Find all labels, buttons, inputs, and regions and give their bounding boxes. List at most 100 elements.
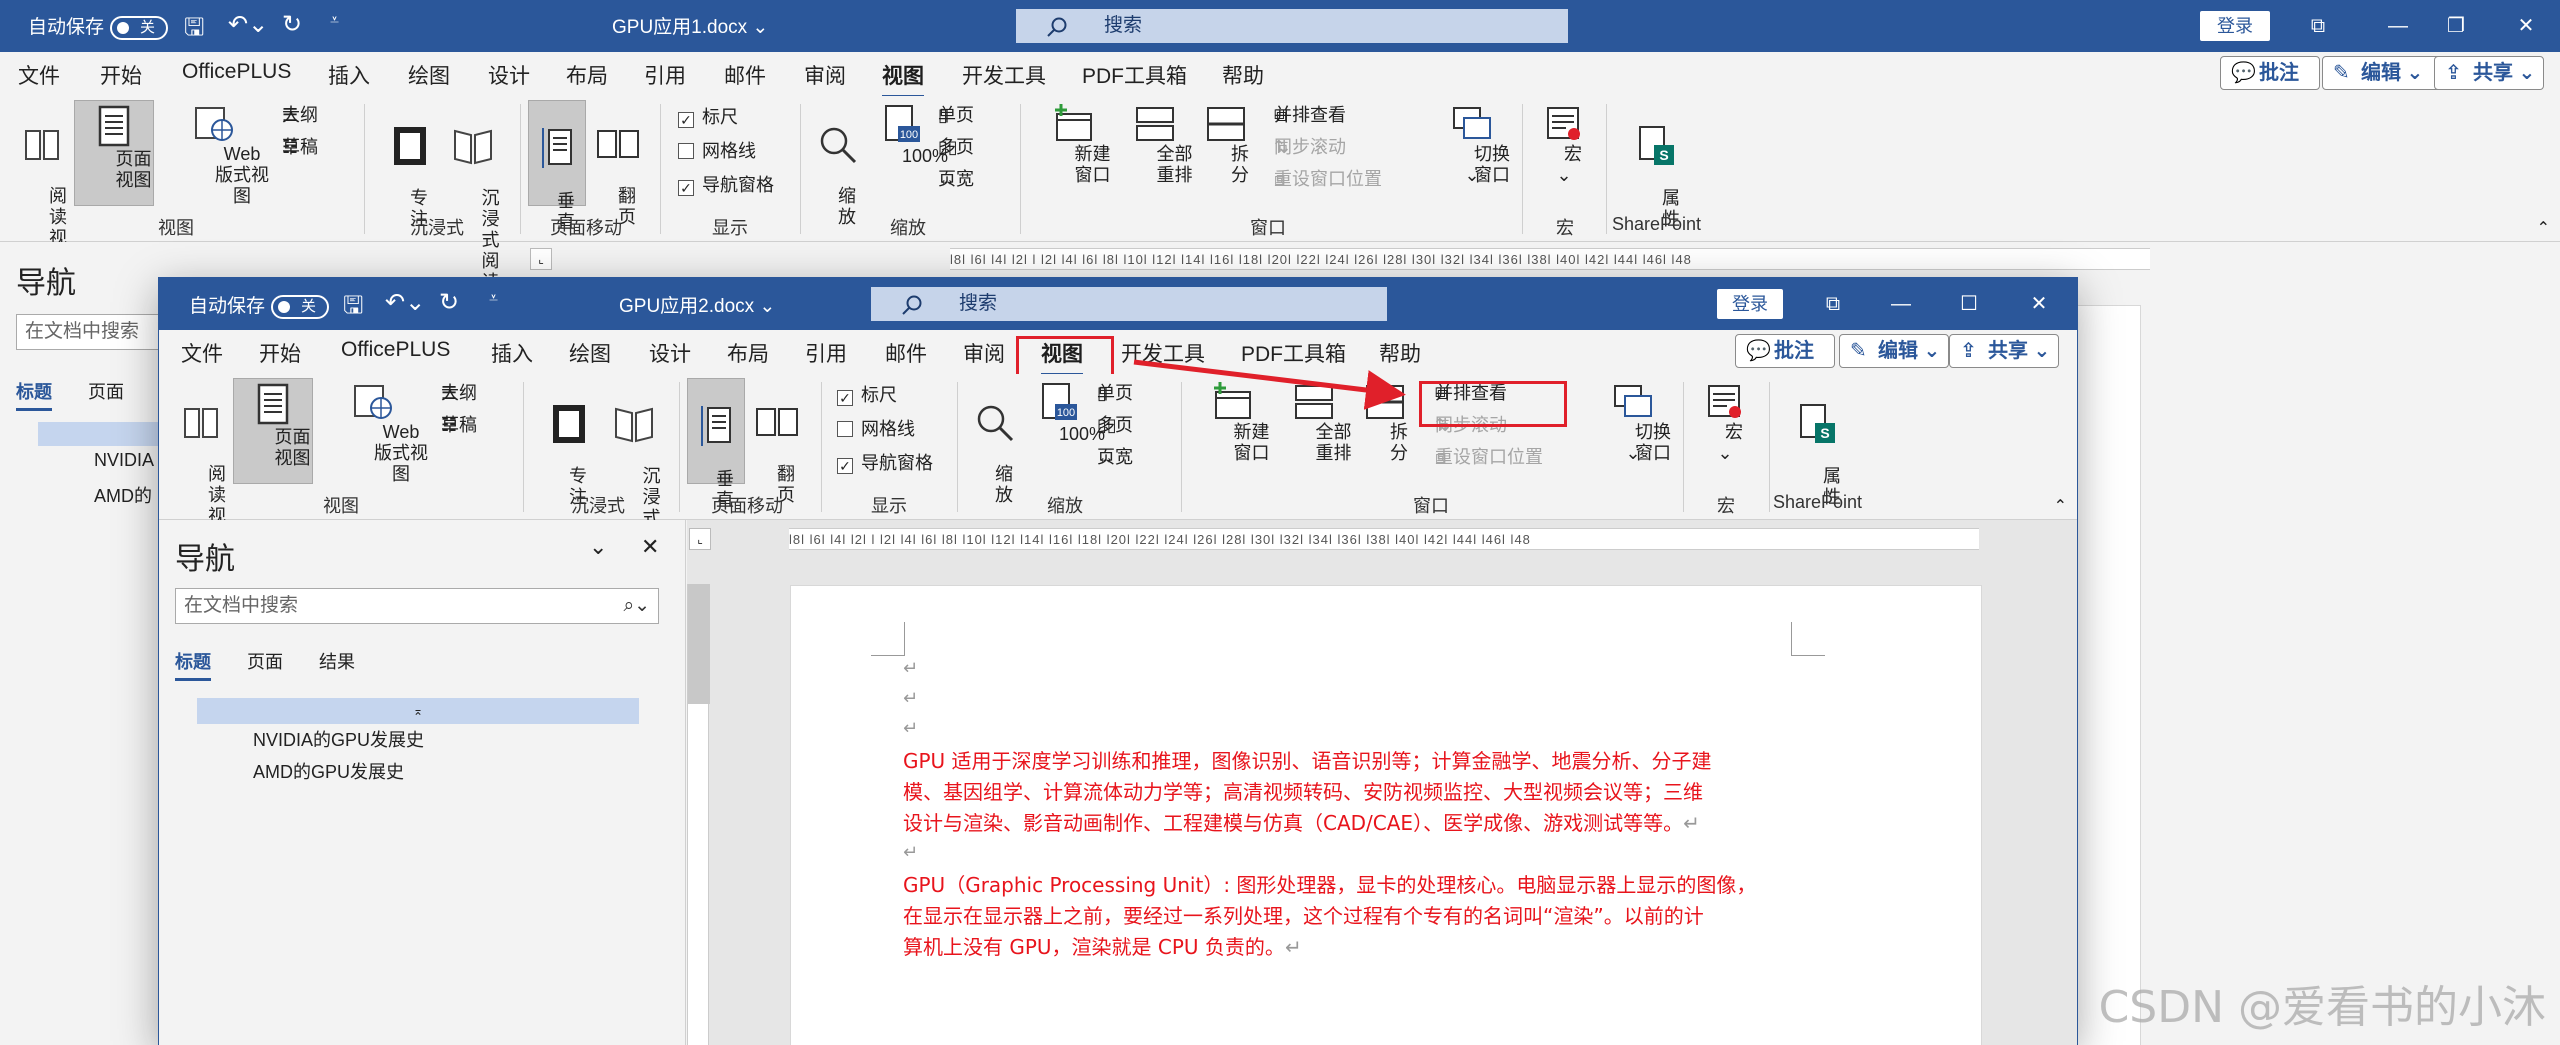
login-button[interactable]: 登录	[2200, 11, 2270, 41]
autosave-toggle[interactable]: 关	[110, 15, 169, 40]
vertical-ruler[interactable]	[687, 584, 710, 1045]
side-to-side-button[interactable]: 翻 页	[592, 104, 644, 227]
chevron-down-icon[interactable]: ⌄	[589, 534, 607, 560]
navigation-tabs: 标题 页面 结果	[175, 648, 391, 681]
ribbon-display-icon[interactable]: ⧉	[2288, 0, 2348, 52]
paragraph-mark: ↵	[903, 658, 919, 678]
ribbon-tabs: 文件 开始 OfficePLUS 插入 绘图 设计 布局 引用 邮件 审阅 视图…	[0, 52, 2560, 98]
gridlines-checkbox[interactable]: 网格线	[678, 140, 756, 162]
word-window-back: 自动保存关 🖫 ↶⌄ ↻ ⩡ GPU应用1.docx ⌄ 搜索 登录 ⧉ — ❐…	[0, 0, 2560, 1045]
redo-icon[interactable]: ↻	[282, 10, 302, 39]
search-icon[interactable]: ⌕⌄	[623, 589, 650, 623]
page-icon	[98, 105, 130, 147]
web-layout-button[interactable]: Web 版式视图	[158, 104, 270, 206]
pencil-icon: ✎	[2333, 62, 2350, 84]
comment-icon: 💬	[2231, 62, 2256, 84]
macros-button[interactable]: 宏 ⌄	[1534, 104, 1594, 186]
switch-windows-button[interactable]: 切换窗口 ⌄	[1432, 104, 1512, 186]
properties-button[interactable]: S 属性	[1626, 104, 1686, 229]
immersive-reader-button[interactable]: 沉浸式 阅读器	[438, 104, 508, 313]
vertical-button[interactable]: 垂 直	[528, 100, 586, 232]
tab-mailings[interactable]: 邮件	[724, 60, 766, 90]
save-icon[interactable]: 🖫	[184, 10, 204, 51]
minimize-icon[interactable]: —	[2368, 0, 2428, 52]
group-sharepoint: SharePoint	[1612, 214, 1702, 234]
tab-selector[interactable]: ⌞	[689, 528, 711, 550]
tab-pdf-toolbox[interactable]: PDF工具箱	[1082, 60, 1187, 90]
macros-icon	[1547, 107, 1580, 140]
group-page-movement: 页面移动	[550, 218, 622, 238]
new-window-button[interactable]: 新建窗口	[1034, 104, 1112, 185]
print-layout-button[interactable]: 页面视图	[74, 100, 154, 206]
comments-button[interactable]: 💬 批注	[2220, 56, 2320, 90]
navigation-title: 导航	[175, 543, 235, 576]
tab-design[interactable]: 设计	[488, 60, 530, 90]
navigation-pane: 导航 在文档中搜索 标题 页面 NVIDIA AMD的	[0, 242, 238, 1045]
tab-headings[interactable]: 标题	[175, 652, 211, 681]
horizontal-ruler[interactable]: l8l l6l l4l l2l l l2l l4l l6l l8l l10l l…	[789, 528, 1979, 550]
checkbox-icon	[678, 143, 694, 159]
tab-pages[interactable]: 页面	[247, 652, 283, 672]
document-page[interactable]: ↵ ↵ ↵ GPU 适用于深度学习训练和推理，图像识别、语音识别等；计算金融学、…	[791, 586, 1981, 1045]
horizontal-ruler[interactable]: l8l l6l l4l l2l l l2l l4l l6l l8l l10l l…	[950, 248, 2150, 270]
separator	[520, 104, 521, 234]
document-title[interactable]: GPU应用1.docx ⌄	[612, 12, 768, 39]
tab-developer[interactable]: 开发工具	[962, 60, 1046, 90]
nav-heading-item[interactable]: AMD的	[94, 482, 152, 508]
crop-mark	[871, 622, 905, 656]
arrange-all-button[interactable]: 全部重排	[1116, 104, 1194, 185]
focus-button[interactable]: 专 注	[380, 104, 440, 229]
selected-heading[interactable]: ⌅	[197, 698, 639, 724]
immersive-reader-icon	[454, 129, 492, 165]
restore-icon[interactable]: ❐	[2426, 0, 2486, 52]
read-mode-button[interactable]: 阅读 视图	[10, 104, 74, 269]
tab-view[interactable]: 视图	[882, 60, 924, 98]
separator	[1020, 104, 1021, 234]
tab-references[interactable]: 引用	[644, 60, 686, 90]
tab-help[interactable]: 帮助	[1222, 60, 1264, 90]
undo-icon[interactable]: ↶⌄	[228, 10, 268, 39]
nav-heading-item[interactable]: NVIDIA	[94, 450, 154, 471]
zoom-button[interactable]: 缩 放	[810, 104, 866, 227]
ruler-checkbox[interactable]: ✓ 标尺	[678, 106, 738, 128]
tab-review[interactable]: 审阅	[804, 60, 846, 90]
collapse-ribbon-icon[interactable]: ⌃	[2537, 218, 2550, 238]
split-icon	[1207, 107, 1245, 141]
tab-layout[interactable]: 布局	[566, 60, 608, 90]
split-button[interactable]: 拆分	[1198, 104, 1254, 185]
crop-mark	[1791, 622, 1825, 656]
navigation-pane-checkbox[interactable]: ✓ 导航窗格	[678, 174, 774, 196]
tab-headings[interactable]: 标题	[16, 382, 52, 411]
customize-qat-icon[interactable]: ⩡	[330, 12, 339, 30]
paragraph-gpu-definition[interactable]: GPU（Graphic Processing Unit）: 图形处理器，显卡的处…	[903, 870, 1756, 963]
tab-draw[interactable]: 绘图	[408, 60, 450, 90]
title-bar: 自动保存关 🖫 ↶⌄ ↻ ⩡ GPU应用1.docx ⌄ 搜索 登录 ⧉ — ❐…	[0, 0, 2560, 52]
share-button[interactable]: ⇪ 共享 ⌄	[2434, 56, 2544, 90]
close-icon[interactable]: ✕	[2496, 0, 2556, 52]
tab-selector[interactable]: ⌞	[530, 248, 552, 270]
tab-results[interactable]: 结果	[319, 652, 355, 672]
switch-windows-icon	[1453, 107, 1491, 139]
search-input[interactable]: 在文档中搜索 ⌕⌄	[175, 588, 659, 624]
autosave[interactable]: 自动保存关	[28, 12, 169, 40]
arrange-all-icon	[1136, 107, 1174, 141]
tab-file[interactable]: 文件	[18, 60, 60, 90]
tab-insert[interactable]: 插入	[328, 60, 370, 90]
separator	[364, 104, 365, 234]
nav-heading-item[interactable]: NVIDIA的GPU发展史	[253, 726, 424, 752]
separator	[800, 104, 801, 234]
paragraph-gpu-uses[interactable]: GPU 适用于深度学习训练和推理，图像识别、语音识别等；计算金融学、地震分析、分…	[903, 746, 1712, 839]
book-icon	[25, 130, 59, 160]
navigation-pane: 导航 ⌄ ✕ 在文档中搜索 ⌕⌄ 标题 页面 结果 ⌅ NVIDIA的GPU发展史 …	[159, 520, 686, 1045]
zoom-100-button[interactable]: 100 100%	[870, 104, 948, 166]
search-box[interactable]: 搜索	[1016, 9, 1568, 43]
share-icon: ⇪	[2445, 62, 2462, 84]
tab-pages[interactable]: 页面	[88, 382, 124, 402]
tab-officeplus[interactable]: OfficePLUS	[182, 60, 291, 84]
tab-home[interactable]: 开始	[100, 60, 142, 90]
magnifier-icon	[820, 127, 857, 164]
close-pane-icon[interactable]: ✕	[641, 534, 659, 560]
group-zoom: 缩放	[890, 218, 926, 238]
word-window-front: 自动保存关 🖫 ↶⌄ ↻ ⩡ GPU应用2.docx ⌄ 搜索 登录 ⧉ — ☐…	[159, 278, 2077, 1045]
nav-heading-item[interactable]: AMD的GPU发展史	[253, 758, 404, 784]
